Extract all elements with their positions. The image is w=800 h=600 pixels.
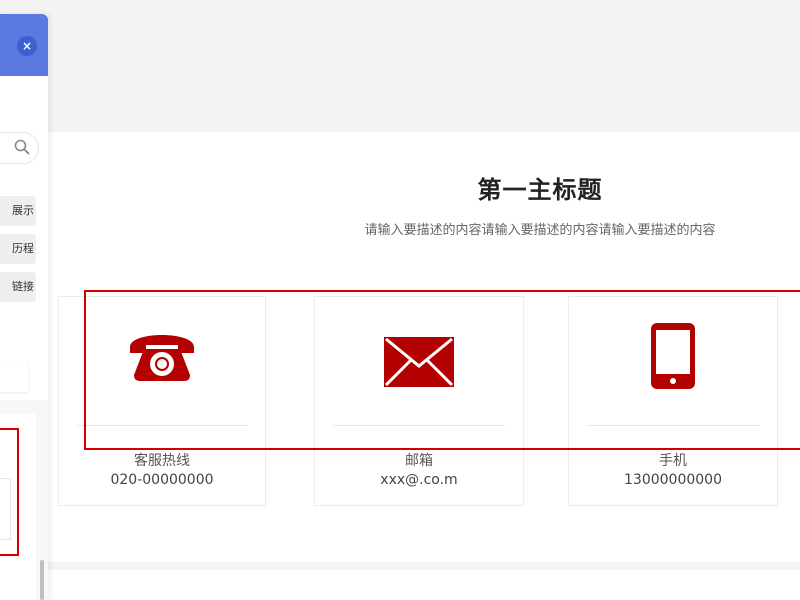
card-value: xxx@.co.m bbox=[380, 472, 458, 488]
panel-card[interactable] bbox=[0, 362, 28, 392]
panel-scrollbar[interactable] bbox=[40, 560, 44, 600]
panel-chip-links[interactable]: 链接 bbox=[0, 272, 36, 302]
panel-chip-history[interactable]: 历程 bbox=[0, 234, 36, 264]
search-icon[interactable] bbox=[14, 139, 30, 155]
card-label: 客服热线 bbox=[134, 453, 190, 469]
panel-body bbox=[0, 132, 48, 400]
panel-selection-frame bbox=[0, 428, 19, 556]
selection-highlight-frame bbox=[84, 290, 800, 450]
card-value: 020-00000000 bbox=[110, 472, 214, 488]
panel-close-button[interactable]: × bbox=[17, 36, 37, 56]
section-title: 第一主标题 bbox=[477, 176, 603, 204]
card-value: 13000000000 bbox=[624, 472, 722, 488]
panel-header: × bbox=[0, 14, 48, 76]
panel-chip-showcase[interactable]: 展示 bbox=[0, 196, 36, 226]
next-section bbox=[48, 570, 800, 600]
panel-search-input[interactable] bbox=[0, 132, 39, 164]
card-label: 邮箱 bbox=[405, 453, 433, 469]
card-label: 手机 bbox=[659, 453, 687, 469]
section-description: 请输入要描述的内容请输入要描述的内容请输入要描述的内容 bbox=[364, 223, 716, 238]
panel-subheader bbox=[0, 76, 48, 132]
